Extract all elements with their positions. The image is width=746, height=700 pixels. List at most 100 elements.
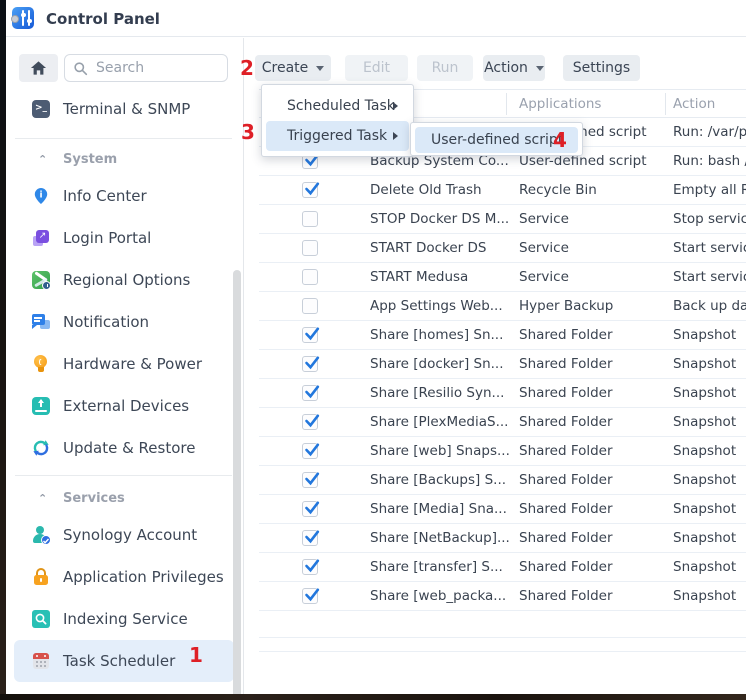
home-button[interactable] (19, 54, 58, 82)
task-name-cell: Share [web_packa... (370, 582, 517, 610)
sidebar-item-info-center[interactable]: iInfo Center (6, 175, 238, 217)
menu-item-label: Scheduled Task (287, 98, 395, 114)
menu-item-scheduled-task[interactable]: Scheduled Task (266, 91, 409, 121)
sidebar-item-update-restore[interactable]: Update & Restore (6, 427, 238, 469)
sidebar-item-label: Terminal & SNMP (63, 100, 190, 118)
search-box[interactable] (64, 54, 228, 82)
sidebar-item-synology-account[interactable]: Synology Account (6, 514, 238, 556)
action-cell: Snapshot (673, 408, 746, 436)
task-name-cell: Delete Old Trash (370, 176, 517, 204)
action-cell: Snapshot (673, 437, 746, 465)
sidebar-item-hardware-power[interactable]: Hardware & Power (6, 343, 238, 385)
annotation-3: 3 (241, 122, 255, 142)
column-header-applications[interactable]: Applications (519, 90, 601, 118)
sidebar-item-label: Indexing Service (63, 610, 188, 628)
row-checkbox-checked[interactable] (302, 414, 318, 430)
control-panel-icon (12, 7, 34, 29)
table-row[interactable]: Share [web_packa...Shared FolderSnapshot (259, 582, 746, 611)
table-row[interactable]: Share [docker] Sn...Shared FolderSnapsho… (259, 350, 746, 379)
search-input[interactable] (94, 59, 214, 77)
column-header-action[interactable]: Action (673, 90, 715, 118)
refresh-arrows-icon (32, 439, 50, 457)
row-checkbox-checked[interactable] (302, 385, 318, 401)
task-name-cell: Share [transfer] S... (370, 553, 517, 581)
sidebar-scrollbar[interactable] (233, 270, 241, 700)
task-name-cell: App Settings Web... (370, 292, 517, 320)
application-cell: Shared Folder (519, 553, 671, 581)
row-checkbox-checked[interactable] (302, 501, 318, 517)
section-header-services[interactable]: ⌃Services (6, 478, 238, 518)
annotation-2: 2 (240, 58, 254, 78)
table-row[interactable]: START Docker DSServiceStart servic (259, 234, 746, 263)
row-checkbox-unchecked[interactable] (302, 298, 318, 314)
row-checkbox-unchecked[interactable] (302, 211, 318, 227)
row-checkbox-unchecked[interactable] (302, 240, 318, 256)
task-name-cell: START Docker DS (370, 234, 517, 262)
task-name-cell: Share [PlexMediaS... (370, 408, 517, 436)
table-row[interactable]: Delete Old TrashRecycle BinEmpty all R (259, 176, 746, 205)
sidebar-item-external-devices[interactable]: External Devices (6, 385, 238, 427)
application-cell: Shared Folder (519, 408, 671, 436)
chevron-down-icon (536, 66, 544, 71)
action-cell: Run: /var/p (673, 118, 746, 146)
action-cell: Start servic (673, 263, 746, 291)
window-title: Control Panel (46, 10, 160, 28)
sidebar-item-terminal-snmp[interactable]: >_Terminal & SNMP (6, 88, 238, 130)
application-cell: Shared Folder (519, 524, 671, 552)
action-cell: Run: bash / (673, 147, 746, 175)
table-row[interactable]: Share [homes] Sn...Shared FolderSnapshot (259, 321, 746, 350)
row-checkbox-checked[interactable] (302, 182, 318, 198)
row-checkbox-unchecked[interactable] (302, 269, 318, 285)
table-row[interactable]: START MedusaServiceStart servic (259, 263, 746, 292)
table-row[interactable]: Share [NetBackup]...Shared FolderSnapsho… (259, 524, 746, 553)
application-cell: Service (519, 205, 671, 233)
collapse-chevron-icon: ⌃ (38, 153, 47, 166)
table-row[interactable]: Share [Resilio Syn...Shared FolderSnapsh… (259, 379, 746, 408)
table-row[interactable]: Share [Media] Sna...Shared FolderSnapsho… (259, 495, 746, 524)
row-checkbox-checked[interactable] (302, 588, 318, 604)
toolbar-button-create[interactable]: Create (255, 55, 331, 81)
task-name-cell: STOP Docker DS M... (370, 205, 517, 233)
calendar-icon (32, 652, 50, 670)
sidebar: >_Terminal & SNMP ⌃SystemiInfo Center↗Log… (6, 38, 244, 694)
table-row[interactable]: Share [web] Snaps...Shared FolderSnapsho… (259, 437, 746, 466)
toolbar-button-edit: Edit (345, 55, 408, 81)
application-cell: Shared Folder (519, 437, 671, 465)
toolbar-button-settings[interactable]: Settings (563, 55, 640, 81)
row-checkbox-checked[interactable] (302, 472, 318, 488)
sidebar-item-label: External Devices (63, 397, 189, 415)
table-row[interactable]: Share [transfer] S...Shared FolderSnapsh… (259, 553, 746, 582)
table-row[interactable]: Share [PlexMediaS...Shared FolderSnapsho… (259, 408, 746, 437)
sidebar-item-label: Info Center (63, 187, 147, 205)
action-cell: Snapshot (673, 553, 746, 581)
sidebar-item-label: Update & Restore (63, 439, 195, 457)
sidebar-item-indexing-service[interactable]: Indexing Service (6, 598, 238, 640)
section-header-system[interactable]: ⌃System (6, 139, 238, 179)
application-cell: Shared Folder (519, 466, 671, 494)
application-cell: Shared Folder (519, 350, 671, 378)
sidebar-item-regional-options[interactable]: Regional Options (6, 259, 238, 301)
row-checkbox-checked[interactable] (302, 559, 318, 575)
search-icon (73, 61, 88, 76)
application-cell: Shared Folder (519, 379, 671, 407)
table-row[interactable]: App Settings Web...Hyper BackupBack up d… (259, 292, 746, 321)
sidebar-item-notification[interactable]: Notification (6, 301, 238, 343)
sidebar-item-application-privileges[interactable]: Application Privileges (6, 556, 238, 598)
sidebar-item-login-portal[interactable]: ↗Login Portal (6, 217, 238, 259)
table-row[interactable]: Share [Backups] S...Shared FolderSnapsho… (259, 466, 746, 495)
action-cell: Snapshot (673, 321, 746, 349)
row-checkbox-checked[interactable] (302, 443, 318, 459)
toolbar-button-action[interactable]: Action (483, 55, 545, 81)
row-checkbox-checked[interactable] (302, 530, 318, 546)
table-row[interactable]: STOP Docker DS M...ServiceStop servic (259, 205, 746, 234)
task-table: User-defined scriptRun: /var/pBackup Sys… (259, 118, 746, 611)
menu-item-triggered-task[interactable]: Triggered Task (266, 121, 409, 151)
task-name-cell: Share [NetBackup]... (370, 524, 517, 552)
application-cell: Hyper Backup (519, 292, 671, 320)
task-name-cell: Share [homes] Sn... (370, 321, 517, 349)
row-checkbox-checked[interactable] (302, 356, 318, 372)
action-cell: Snapshot (673, 495, 746, 523)
task-name-cell: Share [Media] Sna... (370, 495, 517, 523)
row-checkbox-checked[interactable] (302, 327, 318, 343)
button-label: Create (262, 60, 309, 76)
